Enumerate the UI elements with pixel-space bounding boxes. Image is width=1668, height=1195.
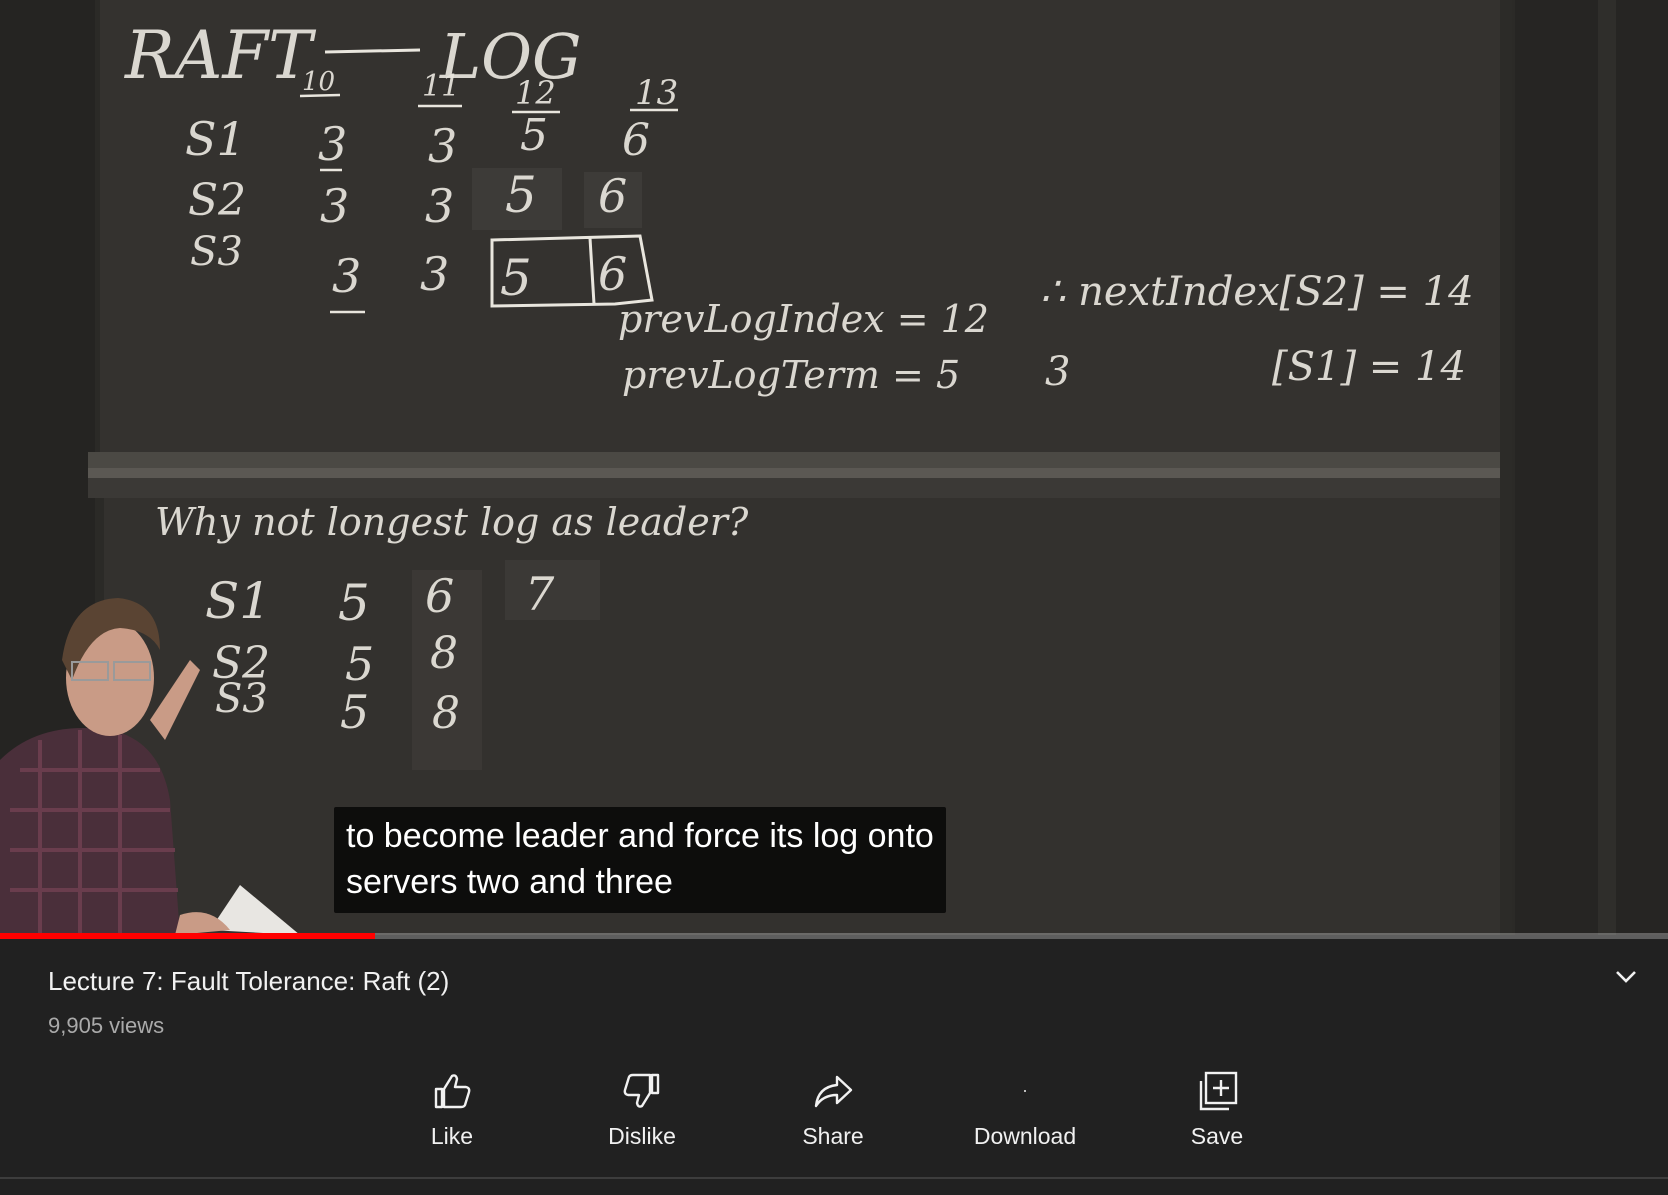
log-index-12: 12 — [515, 74, 556, 112]
save-button[interactable]: Save — [1137, 1065, 1297, 1165]
upper-s2-term-12: 5 — [505, 166, 537, 224]
add-to-playlist-icon — [1199, 1071, 1238, 1111]
log-index-11: 11 — [422, 69, 460, 104]
lower-s2-term-2: 8 — [430, 628, 458, 679]
upper-s3-term-12: 5 — [500, 249, 532, 307]
download-icon — [1024, 1090, 1026, 1092]
share-label: Share — [802, 1123, 864, 1149]
upper-s3-term-10: 3 — [332, 249, 361, 303]
chevron-down-icon — [1616, 971, 1636, 983]
upper-s1-term-13: 6 — [622, 115, 650, 166]
lower-s1-term-2: 6 — [425, 569, 454, 623]
download-label: Download — [973, 1123, 1077, 1149]
upper-row-s2-server: S2 — [188, 175, 246, 226]
blackboard-scene: RAFT LOG 10 11 12 13 S1 3 3 5 6 S2 3 3 5… — [0, 0, 1668, 935]
closed-captions: to become leader and force its log onto … — [334, 807, 946, 913]
upper-s3-term-13: 6 — [598, 247, 627, 301]
caption-line-2: servers two and three — [346, 863, 673, 901]
lower-row-s3-server: S3 — [215, 676, 268, 722]
upper-s1-term-10: 3 — [318, 117, 347, 171]
lower-row-s1-server: S1 — [205, 572, 271, 630]
expand-description-button[interactable] — [1610, 961, 1642, 993]
upper-row-s1-server: S1 — [185, 112, 246, 166]
next-index-s1: [S1] = 14 — [1272, 344, 1466, 390]
caption-line-1: to become leader and force its log onto — [346, 817, 934, 855]
lower-s3-term-2: 8 — [432, 688, 460, 739]
download-button[interactable]: Download — [945, 1065, 1105, 1165]
video-player[interactable]: RAFT LOG 10 11 12 13 S1 3 3 5 6 S2 3 3 5… — [0, 0, 1668, 935]
share-arrow-icon — [814, 1075, 853, 1108]
video-title[interactable]: Lecture 7: Fault Tolerance: Raft (2) — [48, 966, 449, 997]
board-heading-log: LOG — [439, 20, 582, 93]
prev-log-term-correction: 3 — [1045, 349, 1070, 395]
upper-s1-term-11: 3 — [428, 119, 457, 173]
view-count: 9,905 views — [48, 1013, 165, 1038]
save-label: Save — [1190, 1123, 1244, 1149]
dislike-label: Dislike — [608, 1123, 676, 1149]
lower-s3-term-1: 5 — [340, 685, 369, 739]
prev-log-index: prevLogIndex = 12 — [618, 297, 989, 341]
upper-s3-term-11: 3 — [420, 247, 449, 301]
video-info-panel: Lecture 7: Fault Tolerance: Raft (2) 9,9… — [0, 939, 1668, 1195]
upper-s2-term-11: 3 — [425, 179, 454, 233]
dislike-button[interactable]: Dislike — [562, 1065, 722, 1165]
share-button[interactable]: Share — [753, 1065, 913, 1165]
board-heading-raft: RAFT — [124, 17, 317, 94]
next-index-s2: ∴ nextIndex[S2] = 14 — [1040, 269, 1474, 315]
action-bar: Like Dislike Share Download Save — [0, 1065, 1668, 1165]
upper-row-s3-server: S3 — [190, 229, 243, 275]
lower-s1-term-3: 7 — [525, 567, 555, 621]
thumbs-down-icon — [623, 1073, 660, 1108]
prev-log-term: prevLogTerm = 5 — [622, 353, 960, 397]
thumbs-up-icon — [434, 1074, 471, 1109]
like-button[interactable]: Like — [372, 1065, 532, 1165]
section-divider — [0, 1177, 1668, 1179]
like-label: Like — [430, 1123, 474, 1149]
lower-s2-term-1: 5 — [345, 637, 374, 691]
board-question: Why not longest log as leader? — [155, 500, 749, 544]
upper-s2-term-10: 3 — [320, 179, 349, 233]
lower-s1-term-1: 5 — [338, 574, 370, 632]
log-index-13: 13 — [635, 73, 678, 113]
log-index-10: 10 — [302, 67, 335, 97]
upper-s2-term-13: 6 — [598, 169, 627, 223]
upper-s1-term-12: 5 — [520, 110, 548, 161]
